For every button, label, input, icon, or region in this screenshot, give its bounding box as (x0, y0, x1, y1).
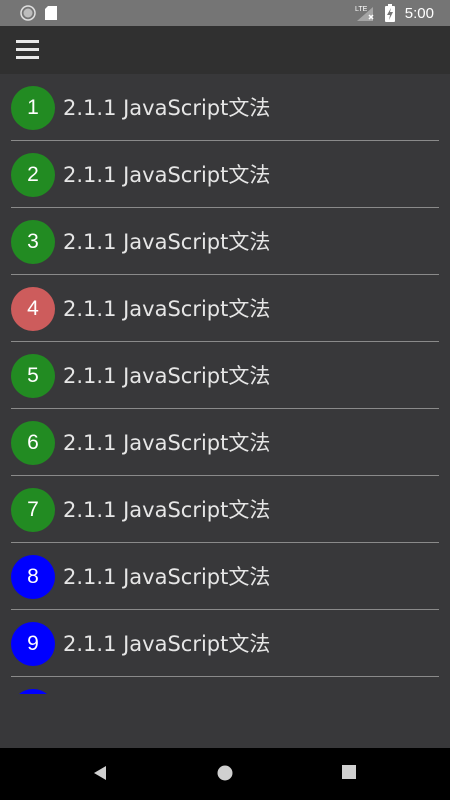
number-badge: 3 (11, 220, 55, 264)
number-badge: 5 (11, 354, 55, 398)
number-badge: 6 (11, 421, 55, 465)
list-item-label: 2.1.1 JavaScript文法 (63, 364, 271, 388)
list-item-label: 2.1.1 JavaScript文法 (63, 163, 271, 187)
toolbar (0, 26, 450, 74)
chapter-list: 1 2.1.1 JavaScript文法 2 2.1.1 JavaScript文法 3 2… (0, 74, 450, 694)
list-item-label: 2.1.1 JavaScript文法 (63, 431, 271, 455)
list-item[interactable]: 1 2.1.1 JavaScript文法 (11, 74, 439, 141)
list-item[interactable]: 5 2.1.1 JavaScript文法 (11, 342, 439, 409)
hamburger-menu-icon[interactable] (16, 40, 40, 60)
list-item[interactable]: 2 2.1.1 JavaScript文法 (11, 141, 439, 208)
status-right-icons: LTE 5:00 (355, 4, 434, 22)
system-nav-bar (0, 748, 450, 800)
home-circle-icon[interactable] (216, 764, 234, 782)
status-left-icons (20, 5, 58, 21)
list-item[interactable]: 6 2.1.1 JavaScript文法 (11, 409, 439, 476)
recents-square-icon[interactable] (341, 764, 357, 780)
back-triangle-icon[interactable] (92, 764, 108, 782)
list-item-label: 2.1.1 JavaScript文法 (63, 297, 271, 321)
list-item-label: 2.1.1 JavaScript文法 (63, 230, 271, 254)
status-time: 5:00 (404, 4, 434, 22)
list-bottom-area (0, 694, 450, 748)
list-item[interactable] (11, 677, 439, 694)
list-item[interactable]: 4 2.1.1 JavaScript文法 (11, 275, 439, 342)
number-badge: 9 (11, 622, 55, 666)
list-item-label: 2.1.1 JavaScript文法 (63, 498, 271, 522)
network-type: LTE (355, 6, 368, 13)
list-item[interactable]: 9 2.1.1 JavaScript文法 (11, 610, 439, 677)
signal-icon: LTE (355, 6, 374, 21)
list-item-label: 2.1.1 JavaScript文法 (63, 632, 271, 656)
list-item-label: 2.1.1 JavaScript文法 (63, 96, 271, 120)
sd-card-icon (45, 6, 57, 20)
list-item[interactable]: 3 2.1.1 JavaScript文法 (11, 208, 439, 275)
number-badge: 8 (11, 555, 55, 599)
status-bar: LTE 5:00 (0, 0, 450, 26)
list-item[interactable]: 8 2.1.1 JavaScript文法 (11, 543, 439, 610)
number-badge: 7 (11, 488, 55, 532)
circle-icon (20, 5, 36, 21)
number-badge: 4 (11, 287, 55, 331)
list-item[interactable]: 7 2.1.1 JavaScript文法 (11, 476, 439, 543)
number-badge: 2 (11, 153, 55, 197)
list-item-label: 2.1.1 JavaScript文法 (63, 565, 271, 589)
number-badge: 1 (11, 86, 55, 130)
battery-charging-icon (384, 4, 395, 22)
